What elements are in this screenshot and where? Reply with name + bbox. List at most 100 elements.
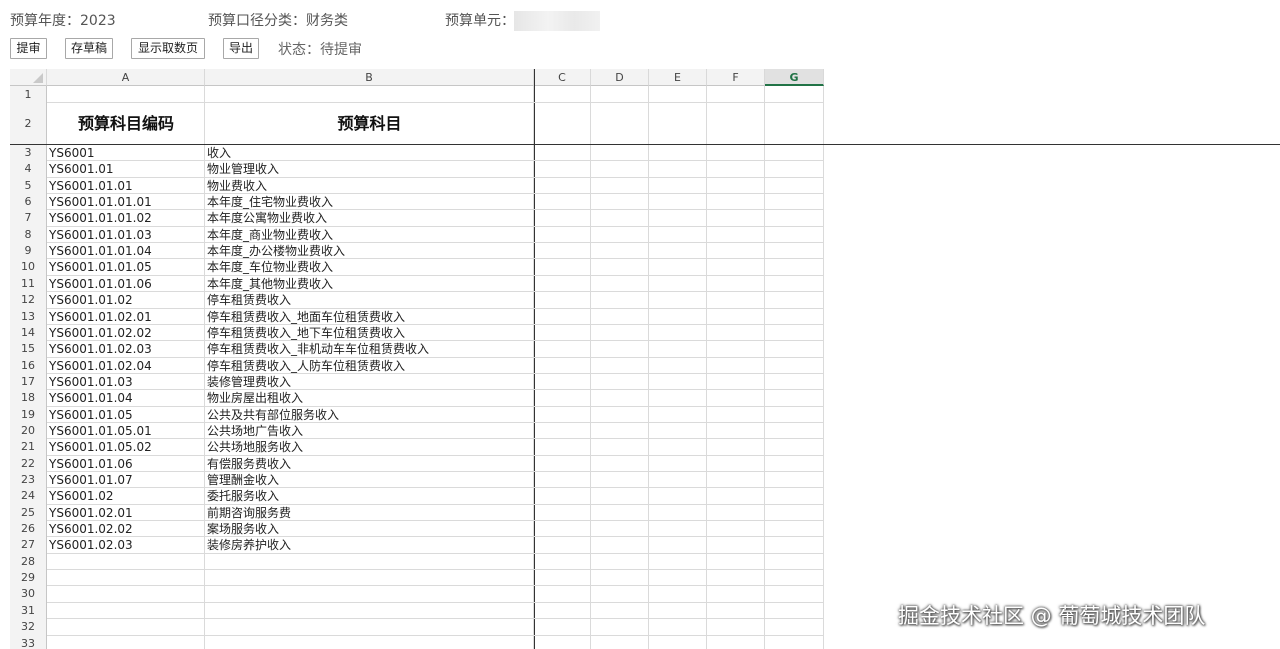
budget-subject-cell[interactable]: 委托服务收入 — [205, 488, 534, 504]
budget-subject-cell[interactable]: 收入 — [205, 145, 534, 161]
row-header-24[interactable]: 24 — [10, 488, 46, 504]
budget-subject-cell[interactable]: 物业房屋出租收入 — [205, 390, 534, 406]
budget-subject-cell[interactable]: 停车租赁费收入_地下车位租赁费收入 — [205, 325, 534, 341]
save-draft-button[interactable]: 存草稿 — [65, 38, 113, 59]
show-fetch-page-button[interactable]: 显示取数页 — [131, 38, 205, 59]
budget-subject-cell[interactable]: 前期咨询服务费 — [205, 505, 534, 521]
budget-code-cell[interactable]: YS6001.01.05.01 — [47, 423, 205, 439]
row-header-14[interactable]: 14 — [10, 325, 46, 341]
budget-subject-cell[interactable]: 公共场地广告收入 — [205, 423, 534, 439]
export-button[interactable]: 导出 — [223, 38, 259, 59]
budget-subject-cell[interactable]: 有偿服务费收入 — [205, 456, 534, 472]
budget-code-cell[interactable]: YS6001.01.01.06 — [47, 276, 205, 292]
row-header-30[interactable]: 30 — [10, 586, 46, 602]
budget-subject-cell[interactable]: 本年度_其他物业费收入 — [205, 276, 534, 292]
budget-code-cell[interactable]: YS6001.01.02.04 — [47, 358, 205, 374]
spreadsheet-grid[interactable]: A B C D E F G 1 2 3 4 5 6 7 8 9 10 11 12 13 14 15 16 17 18 19 20 21… — [10, 69, 1280, 649]
row-header-15[interactable]: 15 — [10, 341, 46, 357]
budget-code-cell[interactable]: YS6001.02.02 — [47, 521, 205, 537]
row-header-2[interactable]: 2 — [10, 103, 46, 145]
budget-code-cell[interactable]: YS6001.01.07 — [47, 472, 205, 488]
budget-subject-cell[interactable]: 本年度_车位物业费收入 — [205, 259, 534, 275]
budget-subject-cell[interactable]: 停车租赁费收入_人防车位租赁费收入 — [205, 358, 534, 374]
budget-subject-cell[interactable]: 公共及共有部位服务收入 — [205, 407, 534, 423]
column-header-f[interactable]: F — [707, 69, 765, 86]
row-header-18[interactable]: 18 — [10, 390, 46, 406]
row-header-17[interactable]: 17 — [10, 374, 46, 390]
budget-subject-cell[interactable]: 管理酬金收入 — [205, 472, 534, 488]
budget-code-cell[interactable]: YS6001.01.02.01 — [47, 309, 205, 325]
row-header-21[interactable]: 21 — [10, 439, 46, 455]
row-header-22[interactable]: 22 — [10, 456, 46, 472]
budget-subject-cell[interactable]: 停车租赁费收入_非机动车车位租赁费收入 — [205, 341, 534, 357]
budget-subject-cell[interactable]: 本年度公寓物业费收入 — [205, 210, 534, 226]
budget-code-cell[interactable]: YS6001.01.01.02 — [47, 210, 205, 226]
row-header-13[interactable]: 13 — [10, 309, 46, 325]
budget-code-cell[interactable]: YS6001.01.02 — [47, 292, 205, 308]
row-header-9[interactable]: 9 — [10, 243, 46, 259]
budget-subject-cell[interactable]: 本年度_商业物业费收入 — [205, 227, 534, 243]
row-header-31[interactable]: 31 — [10, 603, 46, 619]
column-header-e[interactable]: E — [649, 69, 707, 86]
budget-subject-cell[interactable]: 停车租赁费收入_地面车位租赁费收入 — [205, 309, 534, 325]
row-header-12[interactable]: 12 — [10, 292, 46, 308]
budget-code-cell[interactable]: YS6001.02.03 — [47, 537, 205, 553]
row-header-6[interactable]: 6 — [10, 194, 46, 210]
budget-code-cell[interactable]: YS6001.01 — [47, 161, 205, 177]
column-header-b[interactable]: B — [205, 69, 534, 86]
budget-subject-cell[interactable]: 本年度_办公楼物业费收入 — [205, 243, 534, 259]
row-header-8[interactable]: 8 — [10, 227, 46, 243]
budget-subject-cell[interactable]: 案场服务收入 — [205, 521, 534, 537]
budget-subject-cell[interactable]: 公共场地服务收入 — [205, 439, 534, 455]
row-header-20[interactable]: 20 — [10, 423, 46, 439]
budget-code-cell[interactable]: YS6001.01.01 — [47, 178, 205, 194]
budget-code-cell[interactable]: YS6001.01.05.02 — [47, 439, 205, 455]
column-header-g[interactable]: G — [765, 69, 824, 86]
row-header-1[interactable]: 1 — [10, 86, 46, 103]
row-header-4[interactable]: 4 — [10, 161, 46, 177]
budget-code-cell[interactable]: YS6001.02 — [47, 488, 205, 504]
budget-code-cell[interactable]: YS6001.01.03 — [47, 374, 205, 390]
budget-code-cell[interactable]: YS6001.01.01.04 — [47, 243, 205, 259]
row-header-25[interactable]: 25 — [10, 505, 46, 521]
budget-subject-cell[interactable]: 停车租赁费收入 — [205, 292, 534, 308]
column-header-a[interactable]: A — [47, 69, 205, 86]
row-header-16[interactable]: 16 — [10, 358, 46, 374]
select-all-corner[interactable] — [10, 69, 47, 86]
row-header-33[interactable]: 33 — [10, 636, 46, 649]
budget-code-cell[interactable]: YS6001.01.02.02 — [47, 325, 205, 341]
row-header-32[interactable]: 32 — [10, 619, 46, 635]
budget-code-cell[interactable]: YS6001.02.01 — [47, 505, 205, 521]
row-header-26[interactable]: 26 — [10, 521, 46, 537]
budget-subject-cell[interactable]: 物业管理收入 — [205, 161, 534, 177]
budget-code-cell[interactable]: YS6001.01.04 — [47, 390, 205, 406]
row-header-11[interactable]: 11 — [10, 276, 46, 292]
submit-review-button[interactable]: 提审 — [10, 38, 47, 59]
row-header-3[interactable]: 3 — [10, 145, 46, 161]
budget-subject-cell[interactable]: 装修房养护收入 — [205, 537, 534, 553]
column-header-c[interactable]: C — [534, 69, 591, 86]
budget-code-cell[interactable]: YS6001.01.01.05 — [47, 259, 205, 275]
row-header-10[interactable]: 10 — [10, 259, 46, 275]
budget-code-cell[interactable]: YS6001.01.05 — [47, 407, 205, 423]
budget-subject-cell[interactable]: 本年度_住宅物业费收入 — [205, 194, 534, 210]
budget-code-cell[interactable]: YS6001.01.06 — [47, 456, 205, 472]
row-header-5[interactable]: 5 — [10, 178, 46, 194]
grid-column-line — [590, 86, 591, 649]
budget-code-cell[interactable]: YS6001.01.01.01 — [47, 194, 205, 210]
watermark-text: 掘金技术社区 @ 葡萄城技术团队 — [898, 604, 1206, 628]
budget-code-cell[interactable]: YS6001 — [47, 145, 205, 161]
row-header-7[interactable]: 7 — [10, 210, 46, 226]
row-header-28[interactable]: 28 — [10, 554, 46, 570]
row-header-19[interactable]: 19 — [10, 407, 46, 423]
row-header-29[interactable]: 29 — [10, 570, 46, 586]
budget-code-cell[interactable]: YS6001.01.01.03 — [47, 227, 205, 243]
grid-row-line — [47, 585, 824, 587]
budget-code-cell[interactable]: YS6001.01.02.03 — [47, 341, 205, 357]
grid-row-line — [47, 634, 824, 636]
row-header-23[interactable]: 23 — [10, 472, 46, 488]
row-header-27[interactable]: 27 — [10, 537, 46, 553]
budget-subject-cell[interactable]: 物业费收入 — [205, 178, 534, 194]
column-header-d[interactable]: D — [591, 69, 649, 86]
budget-subject-cell[interactable]: 装修管理费收入 — [205, 374, 534, 390]
